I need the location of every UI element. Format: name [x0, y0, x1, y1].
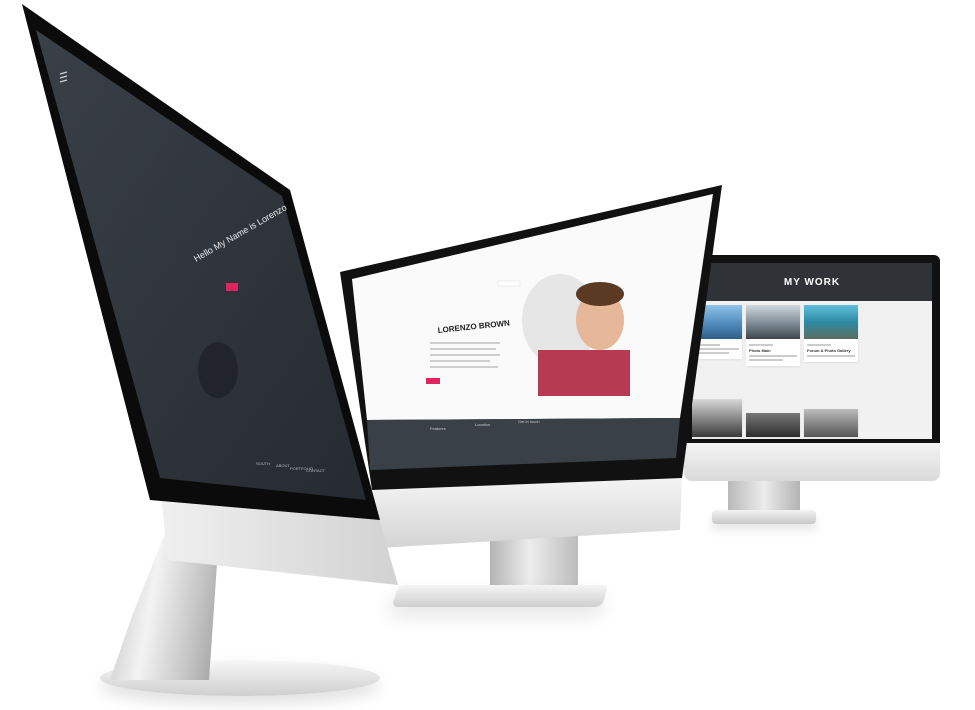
hero-silhouette: [198, 342, 238, 398]
nav-item: ABOUT: [276, 463, 290, 468]
nav-item: CONTACT: [306, 468, 326, 473]
hero-cta-button: [226, 283, 238, 291]
left-monitor: Hello My Name is Lorenzo SOUTH ABOUT POR…: [22, 4, 398, 585]
left-monitor-screen: [36, 30, 366, 500]
monitors-mockup: MY WORK Photo Main Forum & Photo Gallery…: [0, 0, 975, 710]
nav-item: SOUTH: [256, 461, 270, 466]
